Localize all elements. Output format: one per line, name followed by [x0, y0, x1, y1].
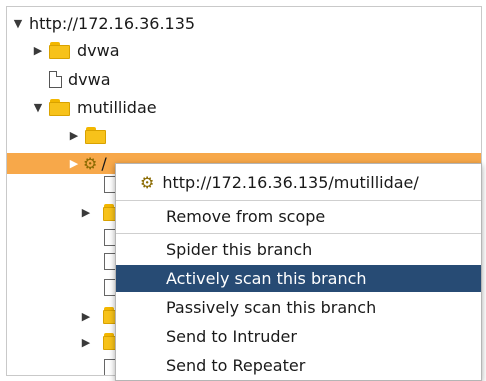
tree-root-label: http://172.16.36.135	[29, 13, 196, 33]
gear-icon: ⚙	[140, 173, 155, 192]
menu-item-send-to-intruder[interactable]: Send to Intruder	[116, 323, 481, 350]
menu-item-label: Passively scan this branch	[166, 298, 377, 317]
menu-item-passive-scan-branch[interactable]: Passively scan this branch	[116, 294, 481, 321]
menu-separator	[116, 233, 481, 234]
tree-item-mutillidae[interactable]: ▼ mutillidae	[31, 93, 157, 121]
menu-item-label: Spider this branch	[166, 240, 313, 259]
folder-icon	[49, 98, 71, 116]
gear-icon: ⚙	[83, 153, 98, 173]
menu-item-send-to-repeater[interactable]: Send to Repeater	[116, 352, 481, 379]
expand-down-icon[interactable]: ▼	[11, 17, 25, 30]
folder-icon	[85, 126, 107, 144]
expand-right-icon[interactable]: ▶	[31, 44, 45, 57]
menu-item-active-scan-branch[interactable]: Actively scan this branch	[116, 265, 481, 292]
menu-item-label: Actively scan this branch	[166, 269, 367, 288]
tree-item-dvwa-file[interactable]: dvwa	[45, 65, 111, 93]
tree-item-selected[interactable]: ▶ ⚙ /	[67, 149, 107, 177]
tree-item-dvwa-folder[interactable]: ▶ dvwa	[31, 36, 120, 64]
tree-root[interactable]: ▼ http://172.16.36.135	[11, 9, 195, 37]
context-menu-header-label: http://172.16.36.135/mutillidae/	[162, 173, 419, 192]
context-menu-header: ⚙ http://172.16.36.135/mutillidae/	[116, 169, 481, 196]
menu-item-label: Send to Repeater	[166, 356, 306, 375]
tree-item-label: /	[101, 153, 107, 173]
expand-right-icon[interactable]: ▶	[67, 129, 81, 142]
menu-item-spider-branch[interactable]: Spider this branch	[116, 236, 481, 263]
menu-item-label: Send to Intruder	[166, 327, 297, 346]
menu-item-remove-from-scope[interactable]: Remove from scope	[116, 203, 481, 230]
expand-right-icon[interactable]: ▶	[67, 157, 81, 170]
expand-down-icon[interactable]: ▼	[31, 101, 45, 114]
tree-item-folder[interactable]: ▶	[67, 121, 113, 149]
menu-separator	[116, 200, 481, 201]
tree-item-label: mutillidae	[77, 97, 157, 117]
tree-item-label: dvwa	[77, 40, 120, 60]
expand-right-icon[interactable]: ▶	[79, 336, 93, 349]
tree-item-label: dvwa	[68, 69, 111, 89]
context-menu: ⚙ http://172.16.36.135/mutillidae/ Remov…	[115, 163, 482, 381]
expand-right-icon[interactable]: ▶	[79, 206, 93, 219]
menu-item-label: Remove from scope	[166, 207, 326, 226]
expand-right-icon[interactable]: ▶	[79, 310, 93, 323]
file-icon	[49, 70, 62, 88]
folder-icon	[49, 41, 71, 59]
